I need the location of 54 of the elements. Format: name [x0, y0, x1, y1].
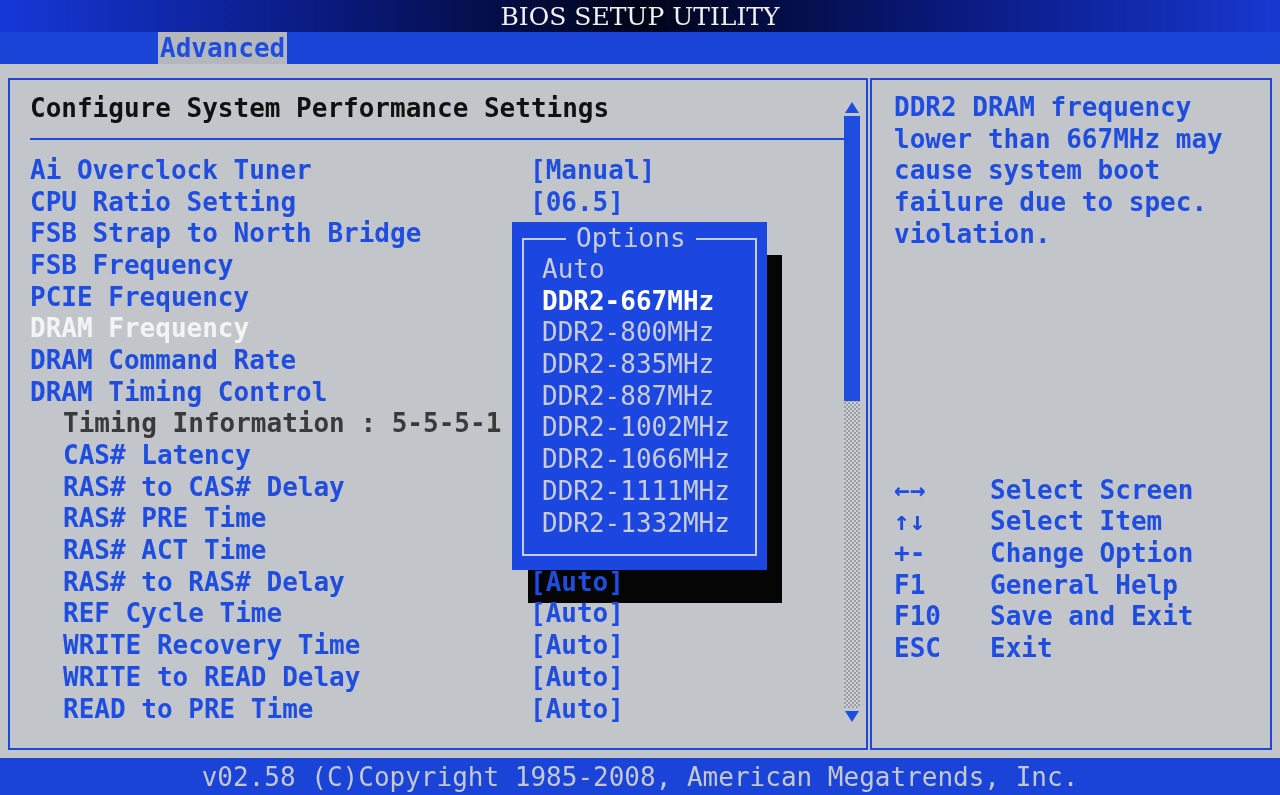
option-item[interactable]: DDR2-1066MHz	[542, 444, 755, 476]
scroll-down-icon[interactable]	[844, 710, 860, 724]
setting-label[interactable]: FSB Strap to North Bridge	[30, 218, 422, 249]
setting-label[interactable]: RAS# to RAS# Delay	[63, 566, 345, 597]
setting-label[interactable]: Ai Overclock Tuner	[30, 154, 312, 185]
key-action: Exit	[990, 633, 1053, 664]
scroll-up-icon[interactable]	[844, 100, 860, 114]
setting-label[interactable]: CAS# Latency	[63, 440, 251, 471]
scroll-thumb[interactable]	[844, 116, 860, 401]
option-item[interactable]: DDR2-1002MHz	[542, 412, 755, 445]
setting-label[interactable]: REF Cycle Time	[63, 598, 283, 629]
key-action: Change Option	[990, 538, 1194, 569]
setting-label[interactable]: RAS# PRE Time	[63, 503, 267, 534]
key-action: Save and Exit	[990, 601, 1194, 632]
setting-label[interactable]: WRITE Recovery Time	[63, 630, 361, 661]
setting-label[interactable]: READ to PRE Time	[63, 693, 314, 724]
panel-heading: Configure System Performance Settings	[30, 92, 611, 124]
setting-label[interactable]: CPU Ratio Setting	[30, 186, 297, 217]
option-item[interactable]: DDR2-1111MHz	[542, 475, 755, 508]
option-item[interactable]: DDR2-887MHz	[542, 380, 755, 413]
key-label: ESC	[894, 633, 942, 664]
key-action: Select Item	[990, 506, 1163, 537]
option-item[interactable]: DDR2-1332MHz	[542, 507, 755, 540]
key-label: F1	[894, 569, 927, 600]
setting-label[interactable]: RAS# to CAS# Delay	[63, 471, 345, 502]
setting-label[interactable]: DRAM Command Rate	[30, 344, 297, 375]
setting-value: [06.5]	[530, 186, 624, 217]
setting-label[interactable]: PCIE Frequency	[30, 281, 250, 312]
setting-value: [Auto]	[530, 661, 624, 692]
key-label: F10	[894, 601, 942, 632]
option-item[interactable]: DDR2-800MHz	[542, 317, 755, 350]
option-item[interactable]: DDR2-667MHz	[542, 285, 755, 318]
option-item[interactable]: DDR2-835MHz	[542, 349, 755, 381]
setting-value: [Auto]	[530, 693, 624, 724]
key-label: ←→	[894, 474, 927, 505]
setting-value: [Auto]	[530, 630, 624, 661]
scrollbar[interactable]	[844, 100, 860, 724]
setting-label[interactable]: RAS# ACT Time	[63, 535, 267, 566]
setting-label[interactable]: WRITE to READ Delay	[63, 661, 361, 692]
help-text: DDR2 DRAM frequency lower than 667MHz may cause system boot failure due to spec. violation.	[894, 92, 1224, 251]
info-text: Timing Information : 5-5-5-1	[63, 408, 502, 439]
setting-value: [Auto]	[530, 598, 624, 629]
menu-tab[interactable]: Advanced	[158, 32, 288, 64]
key-action: General Help	[990, 569, 1178, 600]
setting-label[interactable]: DRAM Timing Control	[30, 376, 328, 407]
setting-value: [Auto]	[530, 566, 624, 597]
window-title: BIOS SETUP UTILITY	[500, 1, 780, 31]
key-label: ↑↓	[894, 506, 927, 537]
key-action: Select Screen	[990, 474, 1194, 505]
setting-value: [Manual]	[530, 154, 656, 185]
option-item[interactable]: Auto	[542, 254, 755, 286]
setting-label[interactable]: FSB Frequency	[30, 249, 234, 280]
copyright-text: v02.58 (C)Copyright 1985-2008, American Megatrends, Inc.	[201, 761, 1079, 792]
key-label: +-	[894, 538, 927, 569]
